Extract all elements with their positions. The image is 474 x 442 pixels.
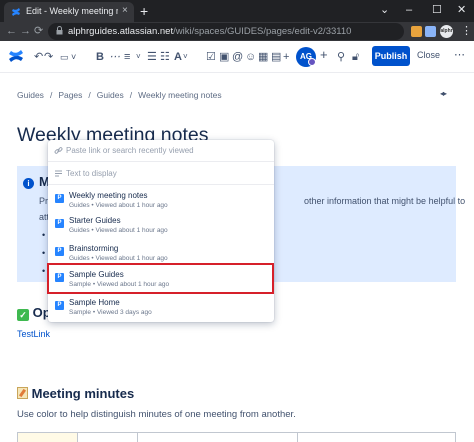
mention-icon[interactable]: @ (232, 50, 243, 64)
result-meta: Sample • Viewed 3 days ago (69, 309, 152, 316)
table-cell[interactable] (138, 433, 298, 442)
puzzle-icon[interactable] (425, 26, 436, 37)
back-icon[interactable]: ← (6, 24, 17, 38)
tab-search-icon[interactable]: ⌄ (380, 2, 389, 18)
forward-icon[interactable]: → (20, 24, 31, 38)
info-text-left: Pr (39, 196, 48, 206)
align-icon[interactable]: ≡ (124, 50, 130, 64)
maximize-icon[interactable]: ☐ (432, 2, 442, 18)
new-tab-icon[interactable]: + (140, 2, 148, 20)
page-icon: P (55, 219, 64, 228)
text-lines-icon (55, 170, 62, 177)
redo-icon[interactable]: ↷ (44, 50, 53, 64)
result-meta: Guides • Viewed about 1 hour ago (69, 255, 168, 262)
search-icon[interactable]: ⚲ (337, 50, 345, 64)
recent-page-item[interactable]: P Weekly meeting notes Guides • Viewed a… (48, 188, 274, 213)
numbered-list-icon[interactable]: ☷ (160, 50, 170, 64)
bullet-dot: • (42, 248, 46, 258)
more-actions-icon[interactable]: ⋯ (454, 48, 465, 61)
task-icon[interactable]: ☑ (206, 50, 216, 64)
link-popup: Paste link or search recently viewed Tex… (48, 140, 274, 322)
invite-icon[interactable]: + (320, 48, 328, 62)
breadcrumb-item[interactable]: Weekly meeting notes (138, 90, 221, 100)
bullet-list-icon[interactable]: ☰ (147, 50, 157, 64)
optional-heading: ✓ Op (17, 305, 51, 321)
table-cell[interactable] (78, 433, 138, 442)
url-text: alphrguides.atlassian.net/wiki/spaces/GU… (68, 26, 352, 37)
info-icon: i (23, 178, 34, 189)
layout-icon[interactable]: ▤ (271, 50, 281, 64)
breadcrumb-item[interactable]: Guides (97, 90, 124, 100)
recent-page-item[interactable]: P Sample Home Sample • Viewed 3 days ago (48, 295, 274, 320)
tab-close-icon[interactable]: × (122, 5, 128, 16)
bullet-dot: • (42, 266, 46, 276)
breadcrumb-item[interactable]: Guides (17, 90, 44, 100)
browser-menu-icon[interactable]: ⋮ (461, 24, 472, 37)
page-icon: P (55, 247, 64, 256)
confluence-logo-icon[interactable] (8, 49, 24, 63)
breadcrumb: Guides / Pages / Guides / Weekly meeting notes (17, 90, 222, 100)
result-title: Sample Home (69, 298, 120, 307)
text-color-dropdown-icon[interactable]: ˅ (183, 50, 188, 64)
minutes-heading: Meeting minutes (17, 386, 134, 401)
table-cell[interactable] (18, 433, 78, 442)
link-icon (54, 147, 63, 154)
recent-page-item[interactable]: P Starter Guides Guides • Viewed about 1… (48, 213, 274, 238)
browser-tab[interactable]: Edit - Weekly meeting notes - G × (4, 2, 134, 22)
reload-icon[interactable]: ⟳ (34, 24, 43, 38)
confluence-favicon-icon (12, 8, 20, 16)
table-icon[interactable]: ▦ (258, 50, 268, 64)
undo-icon[interactable]: ↶ (34, 50, 43, 64)
page-icon: P (55, 301, 64, 310)
info-text-right: other information that might be helpful … (304, 196, 466, 206)
minutes-description[interactable]: Use color to help distinguish minutes of… (17, 409, 296, 420)
emoji-icon[interactable]: ☺ (245, 50, 256, 64)
profile-avatar[interactable]: alphr (440, 25, 453, 38)
memo-emoji-icon (17, 387, 28, 399)
display-text-input[interactable]: Text to display (48, 163, 274, 185)
lock-icon[interactable] (56, 26, 63, 35)
result-title: Starter Guides (69, 216, 121, 225)
insert-icon[interactable]: + (283, 50, 289, 64)
address-bar[interactable]: alphrguides.atlassian.net/wiki/spaces/GU… (48, 23, 404, 40)
minutes-table[interactable] (17, 432, 456, 442)
breadcrumb-item[interactable]: Pages (58, 90, 82, 100)
editor-toolbar: ↶ ↷ ▭ ˅ B ⋯ ≡ ˅ ☰ ☷ A ˅ ☑ ▣ @ ☺ ▦ ▤ + AG… (0, 41, 474, 73)
test-link[interactable]: TestLink (17, 329, 50, 339)
minimize-icon[interactable]: – (406, 2, 412, 18)
browser-tab-strip: Edit - Weekly meeting notes - G × + ⌄ – … (0, 0, 474, 22)
close-button[interactable]: Close (417, 50, 440, 60)
text-color-icon[interactable]: A (174, 50, 182, 64)
selection-highlight (47, 263, 274, 294)
browser-toolbar: ← → ⟳ alphrguides.atlassian.net/wiki/spa… (0, 22, 474, 41)
publish-button[interactable]: Publish (372, 46, 410, 66)
page-icon: P (55, 194, 64, 203)
bold-icon[interactable]: B (96, 50, 104, 64)
result-meta: Guides • Viewed about 1 hour ago (69, 202, 168, 209)
display-text-placeholder: Text to display (66, 169, 117, 178)
window-close-icon[interactable]: ✕ (457, 2, 466, 18)
check-emoji-icon: ✓ (17, 309, 29, 321)
link-search-placeholder: Paste link or search recently viewed (66, 146, 194, 155)
align-dropdown-icon[interactable]: ˅ (136, 50, 141, 64)
result-title: Weekly meeting notes (69, 191, 148, 200)
result-title: Brainstorming (69, 244, 119, 253)
bullet-dot: • (42, 230, 46, 240)
expand-width-icon[interactable]: ◂▸ (440, 89, 447, 98)
more-formatting-icon[interactable]: ⋯ (109, 50, 120, 64)
restrictions-icon[interactable]: 🔓︎ (352, 50, 359, 64)
avatar-badge (308, 58, 316, 66)
text-style-dropdown[interactable]: ▭ ˅ (60, 50, 76, 64)
tab-title: Edit - Weekly meeting notes - G (26, 6, 118, 16)
result-meta: Guides • Viewed about 1 hour ago (69, 227, 168, 234)
extension-icon[interactable] (411, 26, 422, 37)
link-search-input[interactable]: Paste link or search recently viewed (48, 140, 274, 162)
image-icon[interactable]: ▣ (219, 50, 229, 64)
